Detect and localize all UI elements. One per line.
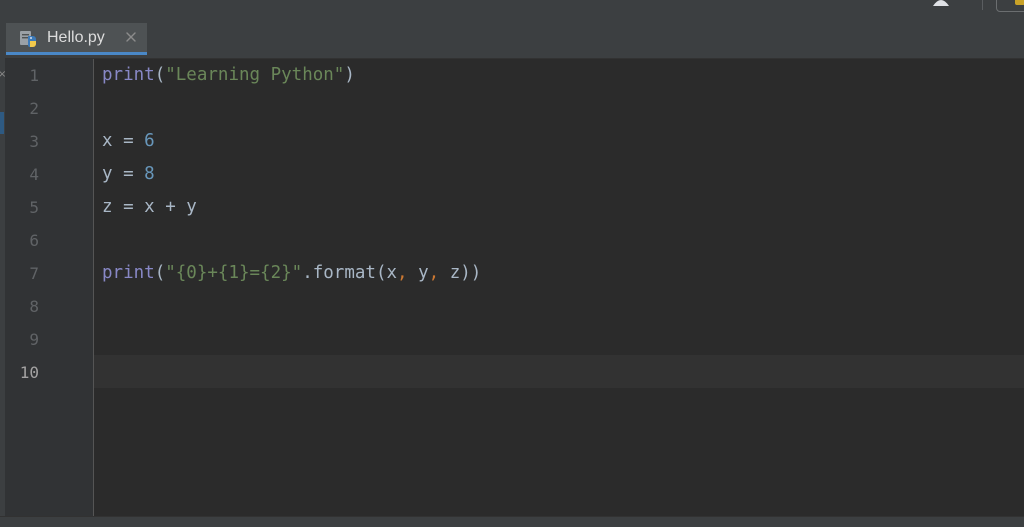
code-editor[interactable]: 1 2 3 4 5 6 7 8 9 10 print("Learning Python") x = … [5, 59, 1024, 516]
editor-tab-bar: Hello.py [5, 17, 1024, 59]
title-bar [0, 0, 1024, 18]
code-token-default: .format(x [302, 263, 398, 283]
line-number: 1 [29, 66, 39, 85]
user-icon[interactable] [931, 0, 951, 6]
tab-hello-py[interactable]: Hello.py [6, 23, 147, 55]
code-line[interactable]: x = 6 [102, 125, 155, 158]
line-number: 8 [29, 297, 39, 316]
code-token-default: y = [102, 164, 145, 184]
line-number: 10 [19, 363, 39, 382]
line-number: 3 [29, 132, 39, 151]
line-number-gutter[interactable]: 1 2 3 4 5 6 7 8 9 10 [5, 59, 94, 516]
code-line[interactable]: z = x + y [102, 191, 197, 224]
code-token-default: ) [344, 65, 355, 85]
line-number: 9 [29, 330, 39, 349]
toolbar-separator [982, 0, 983, 10]
code-token-default: y [407, 263, 429, 283]
status-bar [0, 516, 1024, 527]
code-token-default: ( [154, 65, 166, 85]
code-token-string: "Learning Python" [165, 65, 345, 85]
code-line[interactable]: y = 8 [102, 158, 155, 191]
line-number: 5 [29, 198, 39, 217]
code-line[interactable]: print("{0}+{1}={2}".format(x, y, z)) [102, 257, 481, 290]
python-config-icon [1015, 0, 1024, 5]
ide-window: × Hello.py 1 2 3 4 5 6 7 8 9 10 print("Learning P… [0, 0, 1024, 527]
close-tab-icon[interactable] [124, 30, 138, 44]
code-token-default: z)) [439, 263, 482, 283]
run-config-widget[interactable] [996, 0, 1024, 12]
code-token-builtin: print [102, 263, 155, 283]
line-number: 6 [29, 231, 39, 250]
code-token-number: 8 [144, 164, 155, 184]
code-text-area[interactable]: print("Learning Python") x = 6y = 8z = x … [94, 59, 1024, 516]
line-number: 2 [29, 99, 39, 118]
structure-tool-marker[interactable] [0, 112, 4, 134]
code-token-number: 6 [144, 131, 155, 151]
tab-filename: Hello.py [47, 29, 105, 46]
code-token-comma: , [428, 263, 440, 283]
code-token-comma: , [397, 263, 408, 283]
code-token-builtin: print [102, 65, 155, 85]
code-token-default: x = [102, 131, 145, 151]
current-line-highlight [94, 355, 1024, 388]
python-file-icon [20, 31, 36, 47]
code-token-string: "{0}+{1}={2}" [165, 263, 303, 283]
line-number: 4 [29, 165, 39, 184]
code-token-default: ( [154, 263, 166, 283]
code-line[interactable]: print("Learning Python") [102, 59, 355, 92]
line-number: 7 [29, 264, 39, 283]
code-token-default: z = x + y [102, 197, 197, 217]
